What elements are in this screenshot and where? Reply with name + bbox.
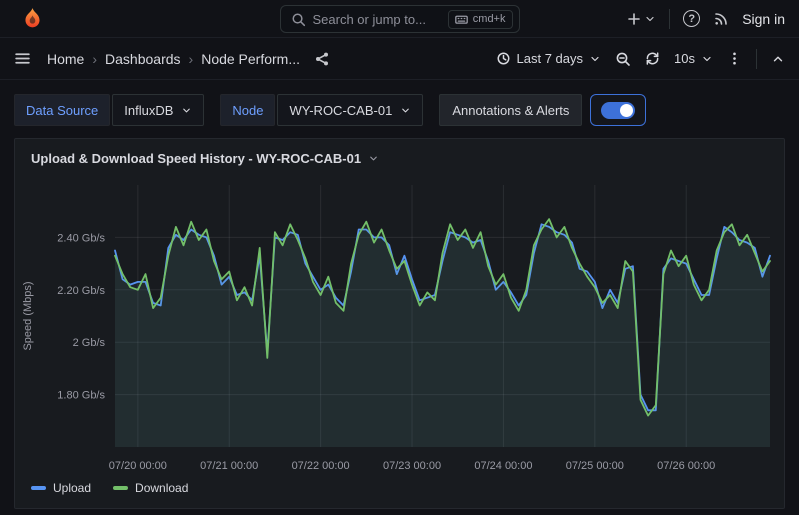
svg-text:07/22 00:00: 07/22 00:00	[292, 460, 350, 472]
refresh-button[interactable]	[645, 51, 660, 66]
chevron-down-icon	[183, 108, 191, 112]
nav-bar: Home › Dashboards › Node Perform... Last…	[0, 38, 799, 80]
news-button[interactable]	[713, 11, 729, 27]
time-range-label: Last 7 days	[516, 51, 584, 66]
breadcrumb: Home › Dashboards › Node Perform...	[47, 51, 300, 67]
node-label: Node	[220, 94, 276, 126]
chart-area: 2.40 Gb/s 2.20 Gb/s 2 Gb/s 1.80 Gb/s 07/20 0…	[15, 177, 784, 477]
breadcrumb-separator: ›	[92, 50, 98, 67]
chevron-down-icon	[370, 156, 377, 160]
datasource-value: InfluxDB	[124, 102, 174, 118]
annotations-toggle[interactable]	[590, 94, 647, 126]
speed-chart[interactable]: 2.40 Gb/s 2.20 Gb/s 2 Gb/s 1.80 Gb/s 07/20 0…	[15, 177, 784, 477]
chart-legend: Upload Download	[31, 481, 188, 495]
annotations-alerts-button[interactable]: Annotations & Alerts	[439, 94, 583, 126]
shortcut-label: cmd+k	[472, 13, 506, 25]
legend-item-download[interactable]: Download	[113, 481, 188, 495]
breadcrumb-dashboards[interactable]: Dashboards	[105, 51, 181, 67]
sign-in-button[interactable]: Sign in	[742, 11, 785, 27]
new-dropdown-button[interactable]	[626, 11, 656, 27]
search-input[interactable]	[312, 11, 441, 27]
help-button[interactable]: ?	[683, 10, 701, 27]
node-variable: Node WY-ROC-CAB-01	[220, 94, 424, 126]
menu-toggle-button[interactable]	[14, 50, 31, 67]
shortcut-badge: cmd+k	[447, 9, 513, 29]
datasource-select[interactable]: InfluxDB	[112, 94, 205, 126]
rss-icon	[715, 12, 727, 25]
global-search[interactable]: cmd+k	[279, 5, 520, 33]
node-select[interactable]: WY-ROC-CAB-01	[277, 94, 424, 126]
svg-text:Speed (Mbps): Speed (Mbps)	[22, 281, 34, 350]
plus-icon	[628, 12, 640, 25]
datasource-variable: Data Source InfluxDB	[14, 94, 205, 126]
toggle-switch	[601, 101, 636, 119]
panel-header[interactable]: Upload & Download Speed History - WY-ROC…	[15, 139, 784, 177]
svg-text:1.80 Gb/s: 1.80 Gb/s	[57, 390, 105, 402]
breadcrumb-current-dashboard[interactable]: Node Perform...	[201, 51, 300, 67]
speed-history-panel: Upload & Download Speed History - WY-ROC…	[14, 138, 785, 509]
chevron-down-icon	[402, 108, 410, 112]
refresh-icon	[646, 52, 659, 65]
svg-text:2 Gb/s: 2 Gb/s	[73, 337, 106, 349]
chevron-down-icon	[646, 16, 654, 21]
panel-menu-caret[interactable]	[368, 153, 379, 164]
collapse-toolbar-button[interactable]	[771, 52, 785, 66]
legend-swatch	[31, 486, 46, 490]
share-icon	[316, 52, 329, 65]
refresh-interval-label: 10s	[674, 51, 695, 66]
svg-text:07/21 00:00: 07/21 00:00	[200, 460, 258, 472]
chevron-down-icon	[591, 56, 599, 61]
clock-icon	[497, 52, 510, 65]
legend-swatch	[113, 486, 129, 490]
grafana-flame-icon	[25, 7, 40, 28]
navbar-divider	[756, 48, 757, 69]
breadcrumb-home[interactable]: Home	[47, 51, 84, 67]
refresh-interval-picker[interactable]: 10s	[674, 51, 713, 66]
top-bar: cmd+k ? Sign in	[0, 0, 799, 38]
topbar-divider	[669, 8, 671, 29]
svg-text:07/20 00:00: 07/20 00:00	[109, 460, 167, 472]
keyboard-icon	[454, 15, 468, 24]
zoom-out-button[interactable]	[615, 51, 631, 67]
legend-label: Upload	[53, 481, 92, 495]
svg-text:2.40 Gb/s: 2.40 Gb/s	[57, 232, 105, 244]
time-range-picker[interactable]: Last 7 days	[496, 51, 602, 66]
legend-label: Download	[135, 481, 189, 495]
breadcrumb-separator: ›	[188, 50, 194, 67]
panel-menu-kebab-button[interactable]	[727, 51, 742, 66]
chevron-down-icon	[703, 56, 711, 61]
dashboard-controls: Data Source InfluxDB Node WY-ROC-CAB-01 …	[14, 94, 785, 126]
svg-text:07/25 00:00: 07/25 00:00	[566, 460, 624, 472]
svg-text:2.20 Gb/s: 2.20 Gb/s	[57, 285, 105, 297]
datasource-label: Data Source	[14, 94, 111, 126]
hamburger-icon	[15, 53, 30, 64]
kebab-icon	[733, 52, 736, 65]
chevron-up-icon	[773, 56, 783, 61]
share-button[interactable]	[314, 51, 330, 67]
svg-text:07/24 00:00: 07/24 00:00	[474, 460, 532, 472]
svg-text:07/23 00:00: 07/23 00:00	[383, 460, 441, 472]
search-icon	[292, 13, 305, 26]
panel-title: Upload & Download Speed History - WY-ROC…	[31, 150, 362, 166]
legend-item-upload[interactable]: Upload	[31, 481, 91, 495]
zoom-out-icon	[616, 52, 630, 66]
svg-text:07/26 00:00: 07/26 00:00	[657, 460, 715, 472]
node-value: WY-ROC-CAB-01	[289, 102, 393, 118]
grafana-logo[interactable]	[20, 6, 45, 31]
